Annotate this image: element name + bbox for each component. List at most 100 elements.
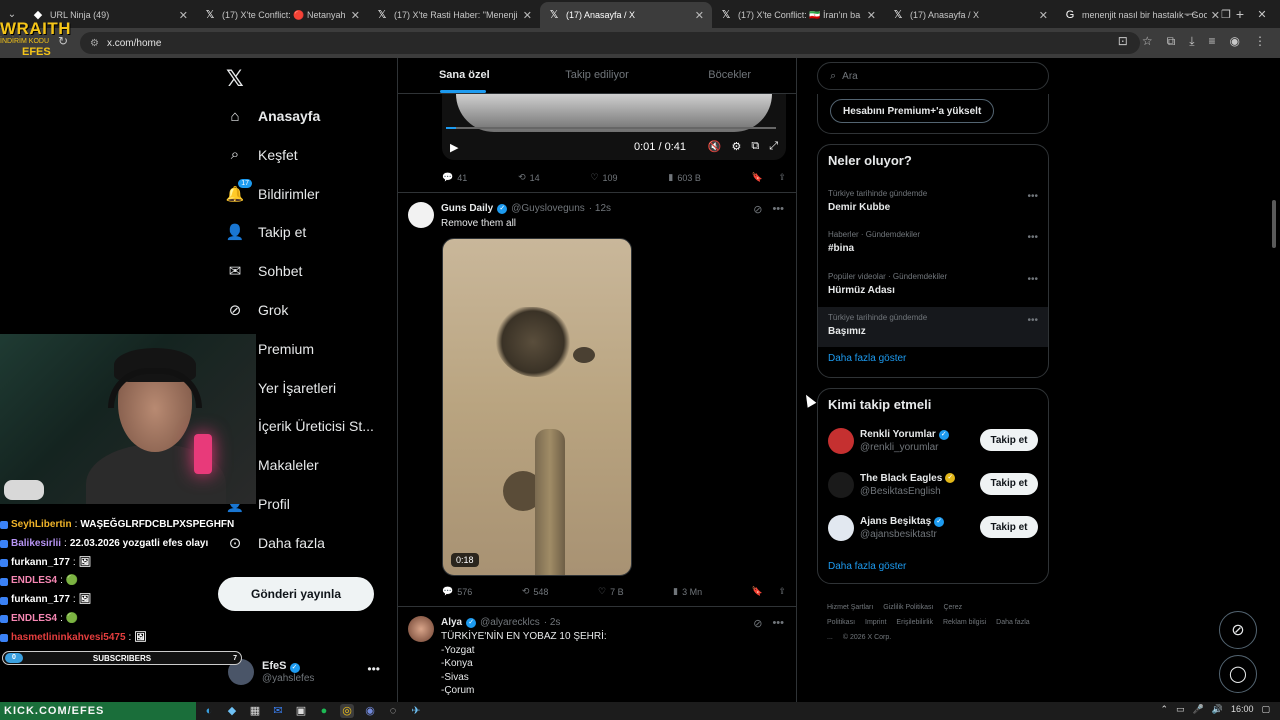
footer-link[interactable]: Gizlilik Politikası <box>883 604 933 611</box>
mute-icon[interactable]: 🔇 <box>708 140 722 153</box>
share-icon[interactable]: ⇪ <box>778 586 786 597</box>
nav-item-bell[interactable]: 🔔 17 Bildirimler <box>226 178 319 208</box>
account-switcher[interactable]: EfeS ✓ @yahslefes ••• <box>228 654 388 690</box>
browser-tab[interactable]: 𝕏 (17) X'te Conflict: 🔴 Netanyah ✕ <box>196 2 368 28</box>
more-icon[interactable]: ••• <box>1027 191 1038 202</box>
star-icon[interactable]: ☆ <box>1142 34 1153 49</box>
post-author[interactable]: Alya <box>441 617 462 628</box>
post-alya[interactable]: Alya ✓ @alyarecklcs · 2s ⊘ ••• TÜRKİYE'N… <box>398 606 796 702</box>
download-icon[interactable]: ⤓ <box>1189 34 1194 49</box>
tab-close-icon[interactable]: ✕ <box>179 9 188 22</box>
edge-icon[interactable]: ◐ <box>202 704 216 718</box>
follow-button[interactable]: Takip et <box>980 429 1038 451</box>
post-handle[interactable]: @Guysloveguns <box>511 203 585 214</box>
share-icon[interactable]: ⇪ <box>778 172 786 183</box>
avatar[interactable] <box>408 616 434 642</box>
follow-suggestion[interactable]: Ajans Beşiktaş ✓ @ajansbesiktastr Takip et <box>818 508 1048 548</box>
browser-tab[interactable]: 𝕏 (17) X'te Conflict: 🇮🇷 İran'ın ba ✕ <box>712 2 884 28</box>
post-time[interactable]: · 12s <box>589 203 611 214</box>
mic-icon[interactable]: 🎤 <box>1193 704 1204 715</box>
tab-close-icon[interactable]: ✕ <box>695 9 704 22</box>
follow-suggestion[interactable]: Renkli Yorumlar ✓ @renkli_yorumlar Takip et <box>818 421 1048 461</box>
app-icon[interactable]: ◆ <box>225 704 239 718</box>
post-handle[interactable]: @alyarecklcs <box>480 617 540 628</box>
browser-tab[interactable]: 𝕏 (17) X'te Rasti Haber: "Menenji ✕ <box>368 2 540 28</box>
fullscreen-icon[interactable]: ⤢ <box>769 140 778 153</box>
discord-icon[interactable]: ◉ <box>363 704 377 718</box>
profile-avatar-icon[interactable]: ◉ <box>1230 34 1240 49</box>
grok-icon[interactable]: ⊘ <box>753 203 762 216</box>
search-input[interactable]: ⌕ Ara <box>817 62 1049 90</box>
volume-icon[interactable]: 🔊 <box>1212 704 1223 715</box>
more-icon[interactable]: ••• <box>772 617 784 630</box>
minimize-button[interactable]: — <box>1172 8 1208 20</box>
grok-fab-icon[interactable]: ⊘ <box>1219 611 1257 649</box>
footer-link[interactable]: Reklam bilgisi <box>943 619 986 626</box>
nav-item-grok[interactable]: ⊘ Grok <box>226 296 289 324</box>
messages-fab-icon[interactable]: ◯ <box>1219 655 1257 693</box>
nav-item-home[interactable]: ⌂ Anasayfa <box>226 102 320 130</box>
tab-close-icon[interactable]: ✕ <box>867 9 876 22</box>
more-icon[interactable]: ••• <box>772 203 784 216</box>
like-button[interactable]: ♡ 109 <box>590 172 617 183</box>
trend-item[interactable]: Popüler videolar · Gündemdekiler Hürmüz A… <box>818 266 1048 306</box>
avatar[interactable] <box>828 428 854 454</box>
footer-link[interactable]: Erişilebilirlik <box>896 619 933 626</box>
menu-icon[interactable]: ⋮ <box>1254 34 1266 49</box>
outlook-icon[interactable]: ✉ <box>271 704 285 718</box>
feed-tab[interactable]: Takip ediliyor <box>531 58 664 93</box>
post-time[interactable]: · 2s <box>544 617 561 628</box>
feed-tab[interactable]: Böcekler <box>663 58 796 93</box>
more-icon[interactable]: ••• <box>1027 274 1038 285</box>
notification-icon[interactable]: ▢ <box>1261 704 1270 715</box>
grok-icon[interactable]: ⊘ <box>753 617 762 630</box>
avatar[interactable] <box>408 202 434 228</box>
url-field[interactable]: ⚙ x.com/home <box>80 32 1140 54</box>
tab-close-icon[interactable]: ✕ <box>1039 9 1048 22</box>
footer-link[interactable]: Hizmet Şartları <box>827 604 873 611</box>
upgrade-premium-button[interactable]: Hesabını Premium+'a yükselt <box>830 99 995 123</box>
spotify-icon[interactable]: ● <box>317 704 331 718</box>
browser-tab[interactable]: 𝕏 (17) Anasayfa / X ✕ <box>540 2 712 28</box>
close-window-button[interactable]: ✕ <box>1244 8 1280 21</box>
repost-button[interactable]: ⟲ 548 <box>522 586 549 597</box>
reply-button[interactable]: 💬 41 <box>442 172 467 183</box>
site-info-icon[interactable]: ⚙ <box>90 38 99 49</box>
views-button[interactable]: ▮ 603 B <box>668 172 700 183</box>
chrome-icon[interactable]: ◎ <box>340 704 354 718</box>
video-progress[interactable] <box>446 127 776 129</box>
reply-button[interactable]: 💬 576 <box>442 586 472 597</box>
scroll-thumb[interactable] <box>1272 200 1276 248</box>
trend-item[interactable]: Haberler · Gündemdekiler #bina ••• <box>818 224 1048 264</box>
settings-icon[interactable]: ⚙ <box>731 140 741 153</box>
restore-button[interactable]: ❐ <box>1208 8 1244 21</box>
more-icon[interactable]: ••• <box>1027 315 1038 326</box>
post-video[interactable]: 0:18 <box>442 238 632 576</box>
nav-item-add-user[interactable]: 👤 Takip et <box>226 218 307 246</box>
steam-icon[interactable]: ✈ <box>409 704 423 718</box>
trend-item[interactable]: Türkiye tarihinde gündemde Demir Kubbe ••• <box>818 183 1048 223</box>
footer-link[interactable]: Imprint <box>865 619 886 626</box>
obs-icon[interactable]: ◌ <box>386 704 400 718</box>
feed-tab[interactable]: Sana özel <box>398 58 531 93</box>
media-icon[interactable]: ≡ <box>1209 34 1216 49</box>
bookmark-icon[interactable]: 🔖 <box>752 172 763 183</box>
browser-tab[interactable]: 𝕏 (17) Anasayfa / X ✕ <box>884 2 1056 28</box>
follow-button[interactable]: Takip et <box>980 472 1038 495</box>
repost-button[interactable]: ⟲ 14 <box>518 172 540 183</box>
page-scrollbar[interactable] <box>1270 58 1278 702</box>
like-button[interactable]: ♡ 7 B <box>598 586 624 597</box>
avatar[interactable] <box>828 471 854 498</box>
tab-close-icon[interactable]: ✕ <box>351 9 360 22</box>
follow-suggestion[interactable]: The Black Eagles ✓ @BesiktasEnglish Takip e… <box>818 465 1048 505</box>
tray-chevron-icon[interactable]: ⌃ <box>1160 704 1168 715</box>
more-icon[interactable]: ••• <box>1027 232 1038 243</box>
tab-search-icon[interactable]: ⌄ <box>0 9 24 20</box>
trend-item[interactable]: Türkiye tarihinde gündemde Başımız ••• <box>818 306 1048 347</box>
clock[interactable]: 16:00 <box>1231 704 1254 715</box>
tab-close-icon[interactable]: ✕ <box>523 9 532 22</box>
avatar[interactable] <box>828 515 854 541</box>
more-icon[interactable]: ••• <box>367 662 380 676</box>
play-icon[interactable]: ▶ <box>450 141 458 154</box>
follow-button[interactable]: Takip et <box>980 516 1038 538</box>
